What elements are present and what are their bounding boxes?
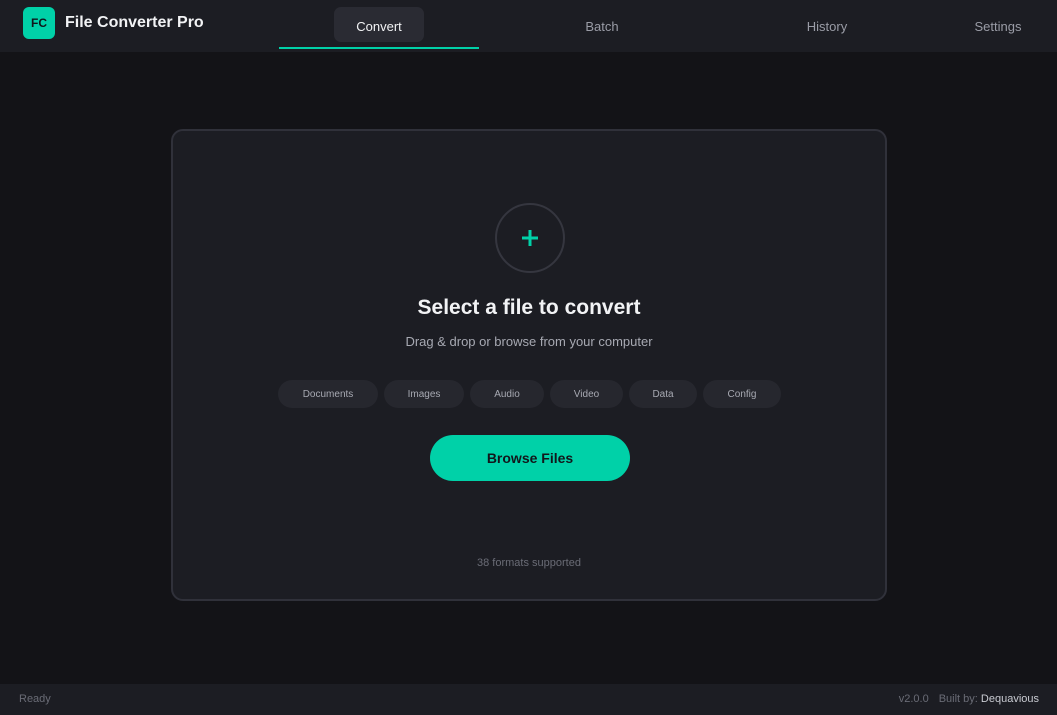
- chip-images[interactable]: Images: [384, 380, 464, 408]
- tab-convert[interactable]: Convert: [279, 0, 479, 52]
- tab-batch[interactable]: Batch: [552, 0, 652, 52]
- tab-history[interactable]: History: [777, 0, 877, 52]
- formats-supported-text: 38 formats supported: [477, 557, 581, 569]
- chip-data[interactable]: Data: [629, 380, 697, 408]
- built-by: Built by: Dequavious: [939, 693, 1039, 705]
- chip-config[interactable]: Config: [703, 380, 781, 408]
- status-right: v2.0.0 Built by: Dequavious: [899, 693, 1039, 705]
- author-name: Dequavious: [980, 693, 1039, 705]
- app-window: FC File Converter Pro Convert Batch Hist…: [0, 0, 1057, 715]
- browse-files-button[interactable]: Browse Files: [430, 435, 630, 481]
- tab-label: Settings: [974, 18, 1022, 34]
- chip-video[interactable]: Video: [550, 380, 623, 408]
- chip-documents[interactable]: Documents: [278, 380, 378, 408]
- drop-zone-title: Select a file to convert: [417, 296, 641, 319]
- app-title: File Converter Pro: [65, 14, 204, 31]
- chip-audio[interactable]: Audio: [470, 380, 544, 408]
- version-label: v2.0.0: [898, 693, 929, 705]
- tab-settings[interactable]: Settings: [948, 0, 1048, 52]
- drop-zone-subtitle: Drag & drop or browse from your computer: [405, 334, 653, 349]
- category-chips: Documents Images Audio Video Data Config: [278, 380, 781, 408]
- status-text: Ready: [19, 693, 51, 705]
- tab-label: History: [806, 18, 848, 34]
- plus-icon: [522, 230, 538, 246]
- status-bar: Ready v2.0.0 Built by: Dequavious: [0, 684, 1057, 715]
- built-by-label: Built by:: [938, 693, 978, 705]
- top-nav: FC File Converter Pro Convert Batch Hist…: [0, 0, 1057, 52]
- file-drop-zone[interactable]: Select a file to convert Drag & drop or …: [171, 129, 887, 601]
- tab-label: Convert: [356, 18, 402, 34]
- active-tab-indicator: [279, 47, 479, 49]
- app-logo: FC: [23, 7, 55, 39]
- add-file-button[interactable]: [495, 203, 565, 273]
- logo-text: FC: [31, 16, 47, 30]
- tab-label: Batch: [585, 18, 619, 34]
